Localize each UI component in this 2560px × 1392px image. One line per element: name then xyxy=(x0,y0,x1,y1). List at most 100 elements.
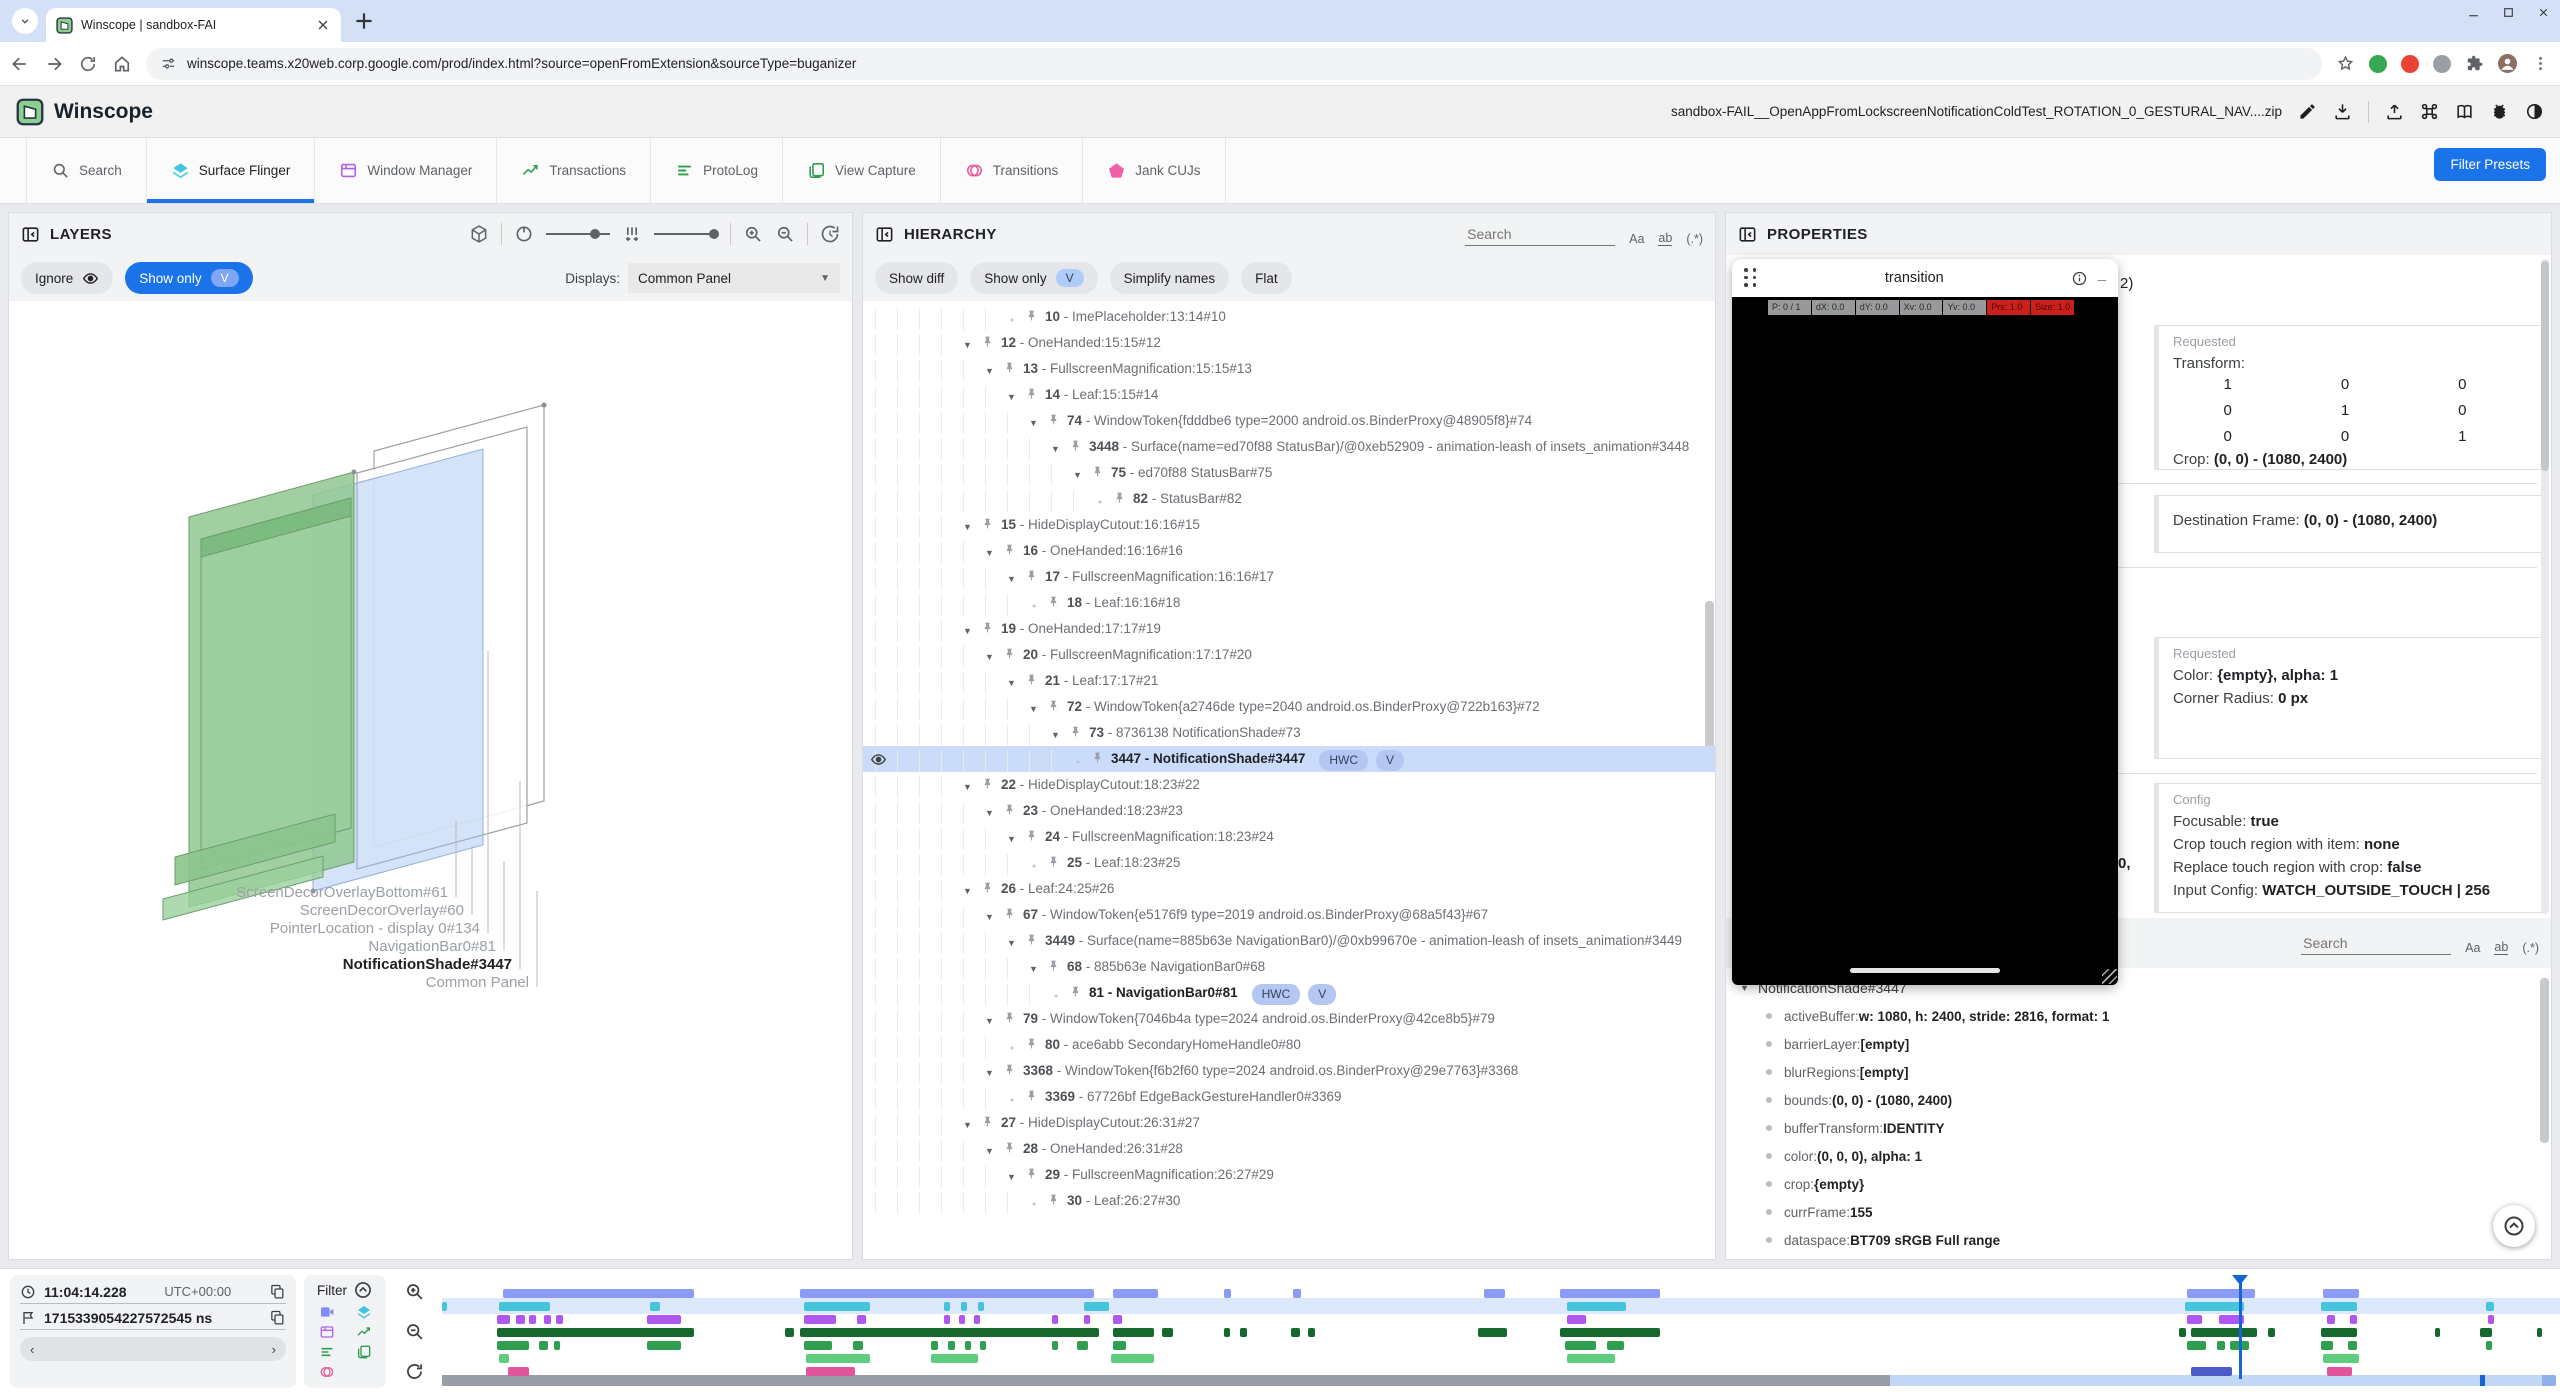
pin-icon[interactable] xyxy=(1025,1166,1045,1184)
trace-segment[interactable] xyxy=(1240,1328,1246,1337)
ignore-visibility-button[interactable]: Ignore xyxy=(21,262,113,294)
home-icon[interactable] xyxy=(112,54,132,74)
trace-segment[interactable] xyxy=(2435,1328,2440,1337)
expand-arrow-icon[interactable]: ▼ xyxy=(1007,1166,1025,1186)
simplify-names-button[interactable]: Simplify names xyxy=(1110,262,1230,294)
expand-arrow-icon[interactable]: ▼ xyxy=(1051,438,1069,458)
trace-segment[interactable] xyxy=(1293,1289,1300,1298)
overlay-titlebar[interactable]: transition _ xyxy=(1732,259,2118,297)
copy-icon[interactable] xyxy=(269,1309,286,1326)
trace-segment[interactable] xyxy=(2327,1315,2335,1324)
property-row[interactable]: bufferTransform: IDENTITY xyxy=(1726,1114,2551,1142)
tab-search[interactable]: Search xyxy=(26,138,147,203)
expand-arrow-icon[interactable]: ▼ xyxy=(1029,958,1047,978)
trace-segment[interactable] xyxy=(650,1302,661,1311)
trace-segment[interactable] xyxy=(1567,1302,1626,1311)
tree-row[interactable]: ●18 - Leaf:16:16#18 xyxy=(863,590,1715,616)
pin-icon[interactable] xyxy=(1025,1088,1045,1106)
timeline-cursor[interactable] xyxy=(2239,1275,2242,1379)
trace-segment[interactable] xyxy=(944,1315,950,1324)
pin-icon[interactable] xyxy=(1025,308,1045,326)
show-diff-button[interactable]: Show diff xyxy=(875,262,958,294)
trace-segment[interactable] xyxy=(980,1341,986,1350)
trace-segment[interactable] xyxy=(2187,1289,2255,1298)
trace-segment[interactable] xyxy=(961,1302,967,1311)
expand-arrow-icon[interactable]: ▼ xyxy=(985,1140,1003,1160)
trace-segment[interactable] xyxy=(2327,1367,2352,1376)
new-tab-button[interactable] xyxy=(351,8,377,34)
show-only-visible-button[interactable]: Show only V xyxy=(970,262,1097,294)
trace-segment[interactable] xyxy=(2268,1328,2275,1337)
collapse-panel-icon[interactable] xyxy=(21,225,40,244)
timeline-track[interactable] xyxy=(442,1354,2560,1363)
trace-segment[interactable] xyxy=(1478,1328,1508,1337)
trace-segment[interactable] xyxy=(2321,1302,2357,1311)
trace-segment[interactable] xyxy=(1113,1328,1153,1337)
trace-segment[interactable] xyxy=(2323,1354,2359,1363)
show-only-visible-button[interactable]: Show only V xyxy=(125,262,252,294)
site-settings-icon[interactable] xyxy=(160,55,177,72)
expand-arrow-icon[interactable]: ▼ xyxy=(1029,412,1047,432)
trace-segment[interactable] xyxy=(978,1302,984,1311)
close-tab-icon[interactable] xyxy=(315,17,331,33)
trace-segment[interactable] xyxy=(1113,1289,1157,1298)
trace-segment[interactable] xyxy=(959,1315,965,1324)
trace-segment[interactable] xyxy=(1567,1315,1586,1324)
dark-mode-icon[interactable] xyxy=(2525,102,2544,121)
timeline-track[interactable] xyxy=(442,1328,2560,1337)
pin-icon[interactable] xyxy=(1025,1036,1045,1054)
frame-nav-scrollbar[interactable]: ‹ › xyxy=(20,1337,286,1361)
displays-select[interactable]: Common Panel ▼ xyxy=(628,263,840,293)
list-icon[interactable] xyxy=(319,1344,335,1360)
forward-icon[interactable] xyxy=(44,54,64,74)
trace-segment[interactable] xyxy=(1077,1341,1088,1350)
pin-icon[interactable] xyxy=(1003,542,1023,560)
match-word-icon[interactable]: ab xyxy=(2494,940,2508,955)
tree-row[interactable]: ●81 - NavigationBar0#81HWCV xyxy=(863,980,1715,1006)
trace-segment[interactable] xyxy=(1111,1354,1153,1363)
pin-icon[interactable] xyxy=(1025,828,1045,846)
maximize-window-icon[interactable] xyxy=(2502,6,2515,19)
trace-segment[interactable] xyxy=(539,1341,547,1350)
pin-icon[interactable] xyxy=(1003,1140,1023,1158)
layer-label-selected[interactable]: NotificationShade#3447 xyxy=(343,956,512,973)
match-case-icon[interactable]: Aa xyxy=(2465,941,2480,955)
expand-arrow-icon[interactable]: ▼ xyxy=(963,1114,981,1134)
timeline-track[interactable] xyxy=(442,1367,2560,1376)
tree-row[interactable]: ▼14 - Leaf:15:15#14 xyxy=(863,382,1715,408)
pin-icon[interactable] xyxy=(1047,412,1067,430)
trace-segment[interactable] xyxy=(804,1315,836,1324)
trace-segment[interactable] xyxy=(2486,1302,2494,1311)
regex-icon[interactable]: (.*) xyxy=(1686,232,1703,246)
trace-segment[interactable] xyxy=(800,1289,1094,1298)
extension-icon-3[interactable] xyxy=(2433,55,2451,73)
trace-segment[interactable] xyxy=(1052,1341,1058,1350)
pin-icon[interactable] xyxy=(1025,386,1045,404)
layers-3d-canvas[interactable]: ScreenDecorOverlayBottom#61 ScreenDecorO… xyxy=(9,301,852,1259)
pin-icon[interactable] xyxy=(1069,984,1089,1002)
report-bug-icon[interactable] xyxy=(2490,102,2509,121)
layer-label[interactable]: ScreenDecorOverlayBottom#61 xyxy=(236,884,448,901)
extension-icon-1[interactable] xyxy=(2369,55,2387,73)
tree-row[interactable]: ▼73 - 8736138 NotificationShade#73 xyxy=(863,720,1715,746)
tree-row[interactable]: ▼24 - FullscreenMagnification:18:23#24 xyxy=(863,824,1715,850)
trace-segment[interactable] xyxy=(1084,1315,1090,1324)
trace-segment[interactable] xyxy=(1567,1354,1616,1363)
window-icon[interactable] xyxy=(319,1324,335,1340)
expand-arrow-icon[interactable]: ▼ xyxy=(1029,698,1047,718)
tree-row[interactable]: ▼20 - FullscreenMagnification:17:17#20 xyxy=(863,642,1715,668)
drag-handle-icon[interactable] xyxy=(1744,268,1758,288)
browser-tab[interactable]: Winscope | sandbox-FAI xyxy=(46,8,341,42)
extension-icon-2[interactable] xyxy=(2401,55,2419,73)
expand-arrow-icon[interactable]: ▼ xyxy=(1007,828,1025,848)
trace-segment[interactable] xyxy=(853,1341,864,1350)
edit-icon[interactable] xyxy=(2298,102,2317,121)
trace-segment[interactable] xyxy=(1224,1289,1231,1298)
trace-segment[interactable] xyxy=(2480,1328,2493,1337)
trace-segment[interactable] xyxy=(2321,1341,2334,1350)
pin-icon[interactable] xyxy=(1091,750,1111,768)
trace-segment[interactable] xyxy=(1560,1289,1660,1298)
property-row[interactable]: barrierLayer: [empty] xyxy=(1726,1030,2551,1058)
expand-arrow-icon[interactable]: ▼ xyxy=(1051,724,1069,744)
layer-label[interactable]: PointerLocation - display 0#134 xyxy=(270,920,480,937)
